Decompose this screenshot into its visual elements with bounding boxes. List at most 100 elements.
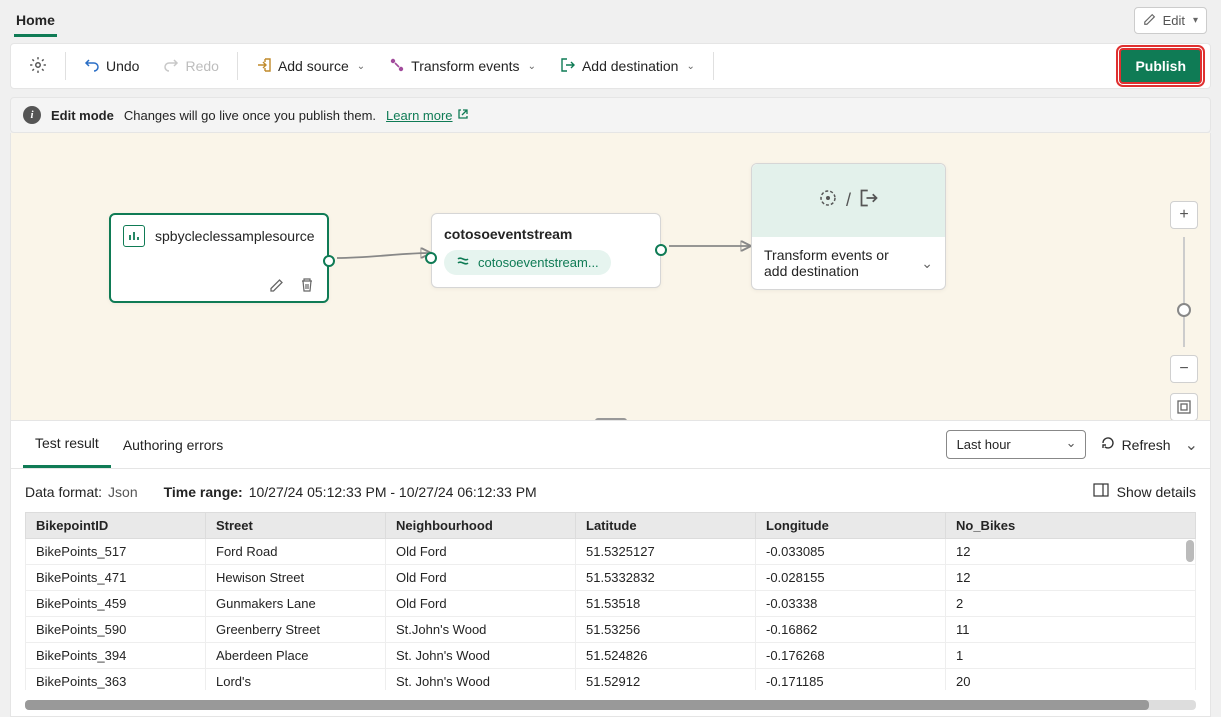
table-cell: Gunmakers Lane [206,591,386,617]
table-cell: 12 [946,565,1196,591]
banner-mode: Edit mode [51,108,114,123]
time-range-key: Time range: [164,484,243,500]
undo-button[interactable]: Undo [74,51,149,82]
design-canvas[interactable]: spbycleclessamplesource cotosoeventstrea… [10,133,1211,421]
zoom-slider[interactable] [1183,237,1185,347]
show-details-button[interactable]: Show details [1093,483,1196,500]
col-header-bikepointid[interactable]: BikepointID [26,513,206,539]
separator [237,52,238,80]
table-cell: 12 [946,539,1196,565]
vertical-scrollbar[interactable] [1186,540,1194,562]
show-details-label: Show details [1117,484,1196,500]
pencil-icon [1143,12,1157,29]
refresh-label: Refresh [1122,437,1171,453]
stream-pill[interactable]: cotosoeventstream... [444,250,611,275]
col-header-longitude[interactable]: Longitude [756,513,946,539]
time-range-select[interactable]: Last hour [946,430,1086,459]
publish-button[interactable]: Publish [1119,48,1202,84]
col-header-nobikes[interactable]: No_Bikes [946,513,1196,539]
table-cell: Old Ford [386,565,576,591]
info-icon: i [23,106,41,124]
add-destination-button[interactable]: Add destination ⌄ [550,51,705,82]
results-table-wrap[interactable]: BikepointID Street Neighbourhood Latitud… [25,512,1196,690]
source-node-title: spbycleclessamplesource [155,228,315,244]
source-node[interactable]: spbycleclessamplesource [109,213,329,303]
scrollbar-thumb[interactable] [25,700,1149,710]
tab-test-result[interactable]: Test result [23,421,111,468]
table-row[interactable]: BikePoints_590Greenberry StreetSt.John's… [26,617,1196,643]
table-cell: St. John's Wood [386,669,576,691]
delete-node-button[interactable] [297,275,317,295]
transform-events-button[interactable]: Transform events ⌄ [379,51,546,82]
table-cell: 51.524826 [576,643,756,669]
details-icon [1093,483,1109,500]
zoom-out-button[interactable]: − [1170,355,1198,383]
settings-button[interactable] [19,50,57,83]
table-row[interactable]: BikePoints_459Gunmakers LaneOld Ford51.5… [26,591,1196,617]
table-row[interactable]: BikePoints_471Hewison StreetOld Ford51.5… [26,565,1196,591]
learn-more-label: Learn more [386,108,452,123]
tab-home[interactable]: Home [14,4,57,37]
table-cell: 51.52912 [576,669,756,691]
edit-node-button[interactable] [267,275,287,295]
col-header-neighbourhood[interactable]: Neighbourhood [386,513,576,539]
edit-mode-banner: i Edit mode Changes will go live once yo… [10,97,1211,133]
add-source-button[interactable]: Add source ⌄ [246,51,375,82]
table-cell: -0.176268 [756,643,946,669]
table-cell: BikePoints_394 [26,643,206,669]
redo-label: Redo [185,58,218,74]
refresh-button[interactable]: Refresh [1100,435,1171,454]
col-header-street[interactable]: Street [206,513,386,539]
table-cell: Aberdeen Place [206,643,386,669]
zoom-fit-button[interactable] [1170,393,1198,421]
stream-node-title: cotosoeventstream [444,226,648,242]
output-port[interactable] [323,255,335,267]
stream-pill-label: cotosoeventstream... [478,255,599,270]
table-cell: BikePoints_590 [26,617,206,643]
add-destination-label: Add destination [582,58,679,74]
table-cell: -0.16862 [756,617,946,643]
table-cell: 51.5332832 [576,565,756,591]
table-cell: -0.03338 [756,591,946,617]
arrow-in-icon [256,57,272,76]
input-port[interactable] [425,252,437,264]
arrow-out-icon [560,57,576,76]
table-cell: -0.171185 [756,669,946,691]
edit-dropdown[interactable]: Edit ▾ [1134,7,1207,34]
destination-node[interactable]: / Transform events or add destination ⌄ [751,163,946,290]
time-range-value: 10/27/24 05:12:33 PM - 10/27/24 06:12:33… [249,484,537,500]
table-row[interactable]: BikePoints_363Lord'sSt. John's Wood51.52… [26,669,1196,691]
table-cell: St.John's Wood [386,617,576,643]
zoom-controls: + − [1170,201,1198,421]
destination-node-label: Transform events or add destination [764,247,904,279]
table-cell: 2 [946,591,1196,617]
separator [65,52,66,80]
chevron-down-icon: ⌄ [686,61,694,72]
table-cell: Lord's [206,669,386,691]
collapse-panel-button[interactable]: ⌄ [1185,435,1198,455]
gear-icon [29,56,47,77]
banner-message: Changes will go live once you publish th… [124,108,376,123]
undo-label: Undo [106,58,139,74]
horizontal-scrollbar[interactable] [25,700,1196,710]
main-toolbar: Undo Redo Add source ⌄ Transform events … [10,43,1211,89]
table-row[interactable]: BikePoints_394Aberdeen PlaceSt. John's W… [26,643,1196,669]
table-cell: Hewison Street [206,565,386,591]
table-row[interactable]: BikePoints_517Ford RoadOld Ford51.532512… [26,539,1196,565]
panel-resize-handle[interactable] [595,418,627,421]
table-cell: 51.53256 [576,617,756,643]
stream-node[interactable]: cotosoeventstream cotosoeventstream... [431,213,661,288]
edit-dropdown-label: Edit [1163,13,1185,28]
table-cell: BikePoints_363 [26,669,206,691]
col-header-latitude[interactable]: Latitude [576,513,756,539]
slash-separator: / [846,190,851,211]
chevron-down-icon[interactable]: ⌄ [921,255,933,272]
transform-events-label: Transform events [411,58,519,74]
zoom-in-button[interactable]: + [1170,201,1198,229]
undo-icon [84,57,100,76]
learn-more-link[interactable]: Learn more [386,108,468,123]
stream-icon [456,254,470,271]
output-port[interactable] [655,244,667,256]
zoom-thumb[interactable] [1177,303,1191,317]
tab-authoring-errors[interactable]: Authoring errors [111,423,235,467]
